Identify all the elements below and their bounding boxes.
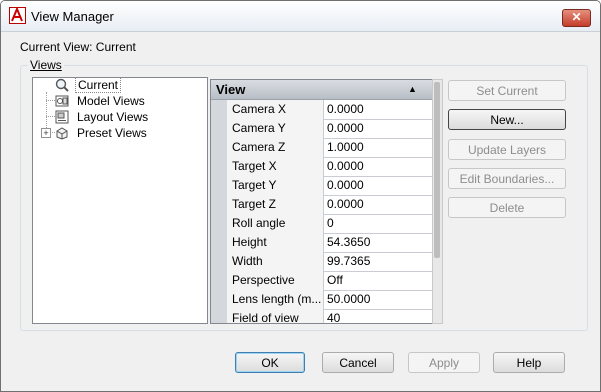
- property-value[interactable]: 50.0000: [324, 290, 433, 309]
- property-value[interactable]: 0.0000: [324, 100, 433, 119]
- property-value[interactable]: 0.0000: [324, 176, 433, 195]
- property-value[interactable]: 40: [324, 309, 433, 323]
- tree-item-label: Preset Views: [77, 126, 147, 140]
- cancel-button[interactable]: Cancel: [322, 352, 394, 373]
- close-button[interactable]: ✕: [562, 9, 591, 27]
- ok-button[interactable]: OK: [235, 352, 305, 373]
- property-row[interactable]: Camera Z 1.0000: [227, 138, 433, 158]
- property-name: Height: [227, 233, 324, 252]
- tree-item-label: Layout Views: [77, 110, 149, 124]
- property-name: Camera X: [227, 100, 324, 119]
- property-row[interactable]: Width 99.7365: [227, 252, 433, 272]
- new-view-button[interactable]: New...: [448, 109, 566, 130]
- property-row[interactable]: Target Y 0.0000: [227, 176, 433, 196]
- view-properties-grid[interactable]: View ▲ Camera X 0.0000 Camera Y 0.0000 Camer…: [210, 79, 434, 324]
- model-views-icon: [55, 95, 69, 107]
- property-row[interactable]: Field of view 40: [227, 309, 433, 323]
- title-bar[interactable]: View Manager ✕: [1, 1, 600, 32]
- properties-scrollbar[interactable]: [432, 79, 443, 324]
- property-row[interactable]: Roll angle 0: [227, 214, 433, 234]
- property-row[interactable]: Target X 0.0000: [227, 157, 433, 177]
- property-value[interactable]: 99.7365: [324, 252, 433, 271]
- collapse-arrow-icon[interactable]: ▲: [408, 80, 417, 99]
- property-name: Target X: [227, 157, 324, 176]
- update-layers-button[interactable]: Update Layers: [448, 139, 566, 160]
- property-name: Perspective: [227, 271, 324, 290]
- layout-views-icon: [55, 110, 69, 124]
- magnifier-icon: [55, 78, 69, 92]
- property-name: Roll angle: [227, 214, 324, 233]
- window-title: View Manager: [31, 9, 114, 24]
- autocad-app-icon: [9, 7, 26, 24]
- property-value[interactable]: 1.0000: [324, 138, 433, 157]
- tree-item-label: Model Views: [77, 94, 145, 108]
- tree-connector: [46, 100, 55, 101]
- properties-header[interactable]: View ▲: [211, 80, 433, 100]
- delete-button[interactable]: Delete: [448, 197, 566, 218]
- grid-gutter: [211, 100, 227, 323]
- property-value[interactable]: 0: [324, 214, 433, 233]
- set-current-button[interactable]: Set Current: [448, 80, 566, 101]
- property-name: Camera Z: [227, 138, 324, 157]
- property-name: Target Y: [227, 176, 324, 195]
- property-value[interactable]: 0.0000: [324, 195, 433, 214]
- property-row[interactable]: Camera Y 0.0000: [227, 119, 433, 139]
- property-value[interactable]: 0.0000: [324, 157, 433, 176]
- properties-header-label: View: [216, 82, 246, 97]
- property-row[interactable]: Height 54.3650: [227, 233, 433, 253]
- apply-button[interactable]: Apply: [408, 352, 480, 373]
- preset-views-icon: [56, 127, 68, 140]
- property-name: Camera Y: [227, 119, 324, 138]
- view-manager-dialog: View Manager ✕ Current View: Current Vie…: [0, 0, 601, 392]
- property-value[interactable]: Off: [324, 271, 433, 290]
- help-button[interactable]: Help: [493, 352, 565, 373]
- property-name: Field of view: [227, 309, 324, 323]
- scrollbar-thumb[interactable]: [434, 82, 440, 258]
- tree-connector: [46, 116, 55, 117]
- views-group-label: Views: [28, 58, 64, 72]
- property-row[interactable]: Camera X 0.0000: [227, 100, 433, 120]
- edit-boundaries-button[interactable]: Edit Boundaries...: [448, 168, 566, 189]
- property-name: Width: [227, 252, 324, 271]
- property-name: Lens length (m...: [227, 290, 324, 309]
- tree-connector: [46, 92, 47, 132]
- property-value[interactable]: 54.3650: [324, 233, 433, 252]
- expand-preset-views-toggle[interactable]: +: [41, 128, 51, 138]
- property-row[interactable]: Target Z 0.0000: [227, 195, 433, 215]
- property-value[interactable]: 0.0000: [324, 119, 433, 138]
- property-row[interactable]: Perspective Off: [227, 271, 433, 291]
- current-view-label: Current View: Current: [20, 40, 136, 54]
- tree-item-label: Current: [75, 77, 122, 93]
- property-name: Target Z: [227, 195, 324, 214]
- property-row[interactable]: Lens length (m... 50.0000: [227, 290, 433, 310]
